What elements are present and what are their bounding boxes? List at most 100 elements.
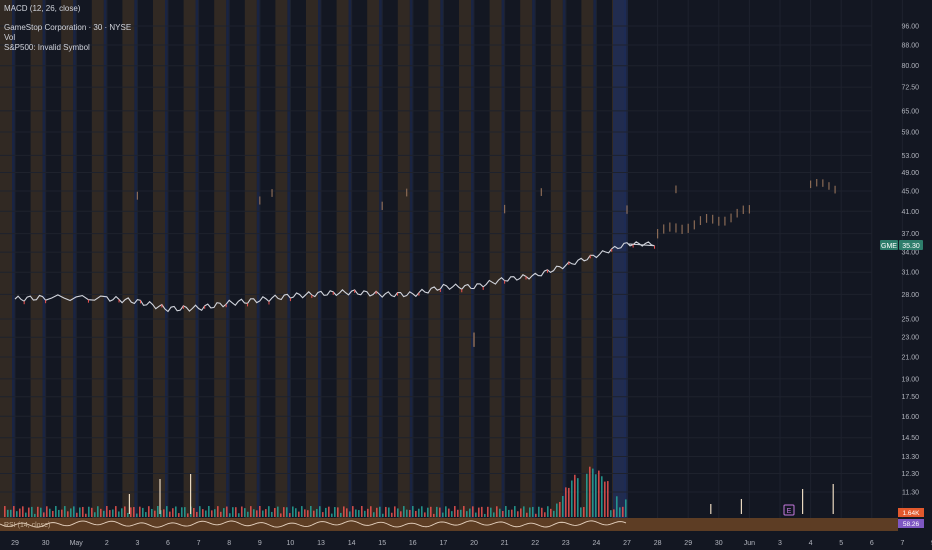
volume-bar xyxy=(19,508,21,517)
volume-bar xyxy=(154,510,156,517)
y-tick-label: 31.00 xyxy=(901,270,919,277)
volume-bar xyxy=(364,510,366,517)
volume-bar xyxy=(157,506,159,517)
x-tick-label: 29 xyxy=(684,540,692,547)
volume-bar xyxy=(46,506,48,517)
volume-bar xyxy=(292,506,294,517)
volume-bar xyxy=(52,510,54,517)
volume-bar xyxy=(601,476,603,517)
volume-bar xyxy=(562,495,564,517)
volume-bar xyxy=(589,466,591,517)
volume-bar xyxy=(199,506,201,517)
volume-bar xyxy=(319,506,321,517)
volume-bar xyxy=(130,507,132,517)
volume-bar xyxy=(367,508,369,517)
volume-bar xyxy=(196,511,198,517)
volume-bar xyxy=(217,506,219,517)
x-tick-label: May xyxy=(70,540,84,547)
session-bands xyxy=(0,0,628,518)
volume-bar xyxy=(61,509,63,517)
volume-bar xyxy=(16,511,18,517)
volume-bar xyxy=(520,508,522,517)
volume-bar xyxy=(415,510,417,517)
volume-bar xyxy=(550,508,552,517)
volume-bar xyxy=(616,496,618,517)
x-tick-label: 6 xyxy=(870,540,874,547)
volume-bar xyxy=(298,511,300,517)
band-orange xyxy=(336,0,349,518)
volume-bar xyxy=(409,509,411,517)
volume-bar xyxy=(43,512,45,517)
y-tick-label: 72.50 xyxy=(901,85,919,92)
volume-bar xyxy=(235,507,237,517)
x-tick-label: 3 xyxy=(135,540,139,547)
volume-bar xyxy=(379,506,381,517)
volume-bar xyxy=(202,509,204,517)
earnings-marker[interactable]: E xyxy=(783,504,795,516)
volume-bar xyxy=(229,513,231,517)
volume-bar xyxy=(169,511,171,517)
volume-bar xyxy=(181,507,183,517)
volume-bar xyxy=(604,481,606,517)
volume-bar xyxy=(349,511,351,517)
volume-bar xyxy=(340,512,342,517)
volume-bar xyxy=(478,507,480,517)
x-tick-label: 24 xyxy=(593,540,601,547)
volume-bar xyxy=(145,512,147,517)
volume-bar xyxy=(226,506,228,517)
volume-bar xyxy=(436,506,438,517)
volume-bar xyxy=(325,507,327,517)
volume-bar xyxy=(244,508,246,517)
volume-bar xyxy=(184,507,186,517)
band-orange xyxy=(520,0,533,518)
y-tick-label: 49.00 xyxy=(901,170,919,177)
x-tick-label: 17 xyxy=(440,540,448,547)
volume-bar xyxy=(547,506,549,517)
volume-bar xyxy=(484,513,486,517)
volume-bar xyxy=(328,506,330,517)
band-orange xyxy=(153,0,165,518)
volume-bar xyxy=(538,506,540,517)
volume-bar xyxy=(220,511,222,517)
volume-bar xyxy=(49,508,51,517)
volume-bar xyxy=(343,506,345,517)
volume-bar xyxy=(313,510,315,517)
x-tick-label: 30 xyxy=(42,540,50,547)
volume-bar xyxy=(451,511,453,517)
volume-bar xyxy=(115,506,117,517)
ticker-badge-text: GME xyxy=(881,243,897,250)
volume-bar xyxy=(622,506,624,517)
volume-bar xyxy=(586,473,588,517)
band-orange xyxy=(30,0,43,518)
volume-bar xyxy=(322,512,324,517)
y-tick-label: 19.00 xyxy=(901,376,919,383)
x-tick-label: 10 xyxy=(287,540,295,547)
volume-bar xyxy=(106,506,108,517)
volume-bar xyxy=(457,509,459,517)
x-tick-label: 6 xyxy=(166,540,170,547)
volume-bar xyxy=(403,506,405,517)
y-tick-label: 25.00 xyxy=(901,317,919,324)
price-chart[interactable]: 96.00 88.00 80.00 72.50 65.00 59.00 53.00 49.00… xyxy=(0,0,932,550)
volume-bar xyxy=(469,508,471,517)
y-tick-label: 41.00 xyxy=(901,209,919,216)
volume-bar xyxy=(91,507,93,517)
volume-bar xyxy=(418,508,420,517)
volume-bar xyxy=(262,510,264,517)
volume-bar xyxy=(304,509,306,517)
volume-bar xyxy=(493,512,495,517)
x-tick-label: 15 xyxy=(378,540,386,547)
volume-bar xyxy=(55,506,57,517)
volume-bar xyxy=(373,512,375,517)
earnings-badge-text[interactable]: E xyxy=(787,508,792,515)
volume-bar xyxy=(268,506,270,517)
y-tick-label: 96.00 xyxy=(901,24,919,31)
volume-bar xyxy=(103,510,105,517)
volume-bar xyxy=(382,513,384,517)
volume-bar xyxy=(361,506,363,517)
x-tick-label: 4 xyxy=(809,540,813,547)
volume-bar xyxy=(136,513,138,517)
y-tick-label: 28.00 xyxy=(901,292,919,299)
y-tick-label: 12.30 xyxy=(901,471,919,478)
volume-bar xyxy=(256,510,258,517)
